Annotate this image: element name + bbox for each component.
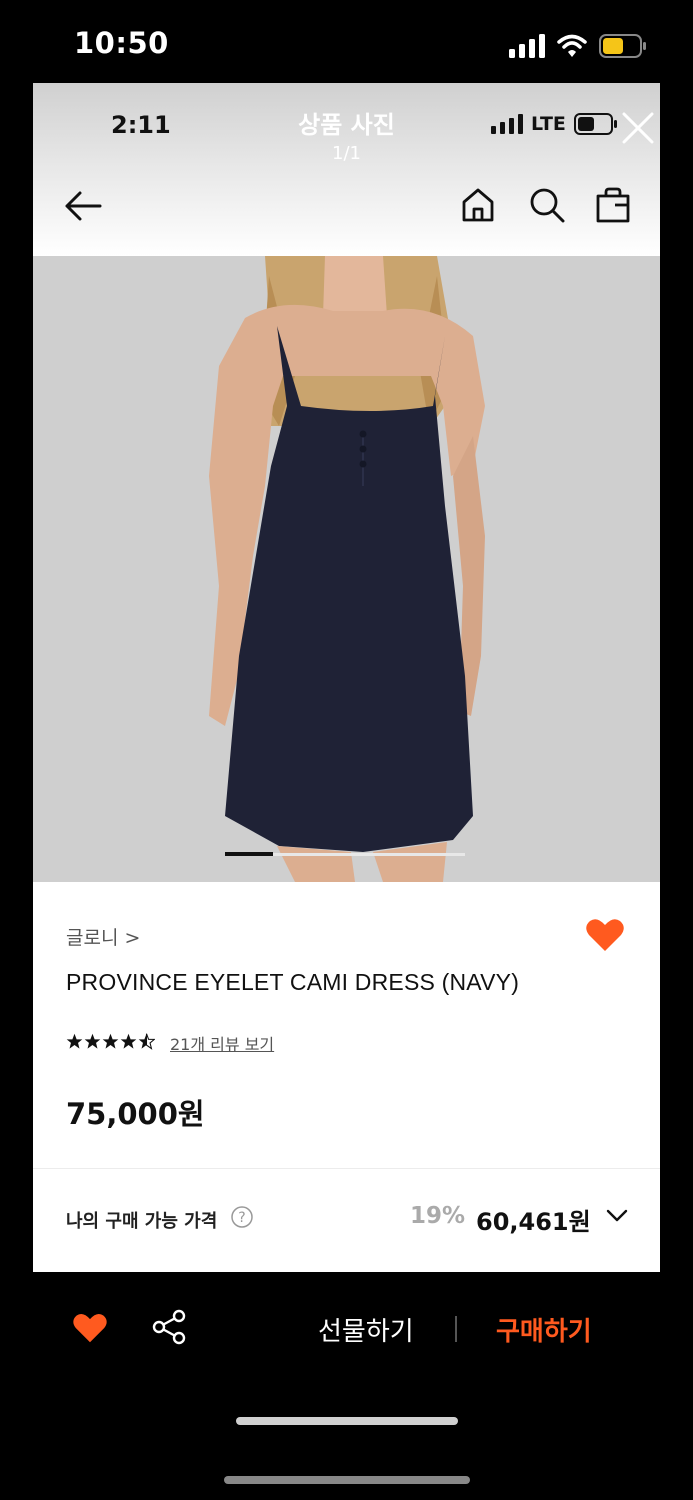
signal-icon (509, 34, 545, 58)
search-icon[interactable] (529, 187, 565, 223)
star-icon (84, 1033, 101, 1049)
product-screen: 2:11 상품 사진 1/1 LTE 글로니 > PROVINCE EYELET… (33, 83, 660, 1272)
share-icon[interactable] (152, 1309, 186, 1345)
button-separator (455, 1316, 457, 1342)
star-icon (102, 1033, 119, 1049)
inner-status-icons: LTE (491, 113, 618, 135)
chevron-down-icon[interactable] (606, 1209, 628, 1223)
review-link[interactable]: 21개 리뷰 보기 (170, 1031, 274, 1055)
discount-percent: 19% (410, 1203, 466, 1229)
network-label: LTE (531, 113, 566, 135)
inner-home-indicator (236, 1417, 458, 1425)
home-icon[interactable] (461, 187, 495, 223)
brand-link[interactable]: 글로니 > (66, 923, 140, 950)
battery-icon (573, 113, 617, 135)
battery-icon (599, 34, 646, 58)
wifi-icon (557, 34, 587, 57)
my-price-value: 60,461원 (476, 1208, 591, 1236)
home-indicator[interactable] (224, 1476, 470, 1484)
product-name: PROVINCE EYELET CAMI DRESS (NAVY) (66, 969, 520, 995)
shopping-bag-icon[interactable] (596, 187, 630, 223)
product-photo[interactable] (33, 256, 660, 882)
wishlist-heart-icon[interactable] (72, 1312, 108, 1344)
half-star-icon (138, 1033, 155, 1050)
divider (33, 1168, 660, 1169)
star-icon (66, 1033, 83, 1049)
heart-icon[interactable] (585, 917, 625, 953)
close-icon[interactable] (621, 111, 655, 145)
status-icons (509, 30, 647, 62)
rating-stars (66, 1033, 155, 1050)
svg-text:?: ? (238, 1210, 245, 1226)
signal-icon (491, 114, 523, 134)
photo-pager-indicator (225, 852, 273, 856)
star-icon (120, 1033, 137, 1049)
back-arrow-icon[interactable] (63, 189, 103, 223)
product-price: 75,000원 (66, 1097, 205, 1131)
product-photo-illustration (33, 256, 660, 882)
status-time: 10:50 (74, 26, 169, 60)
help-icon[interactable]: ? (231, 1206, 253, 1228)
gift-button[interactable]: 선물하기 (318, 1311, 414, 1348)
buy-button[interactable]: 구매하기 (496, 1311, 592, 1348)
my-price-label: 나의 구매 가능 가격 (66, 1211, 218, 1232)
viewer-counter: 1/1 (332, 143, 361, 164)
